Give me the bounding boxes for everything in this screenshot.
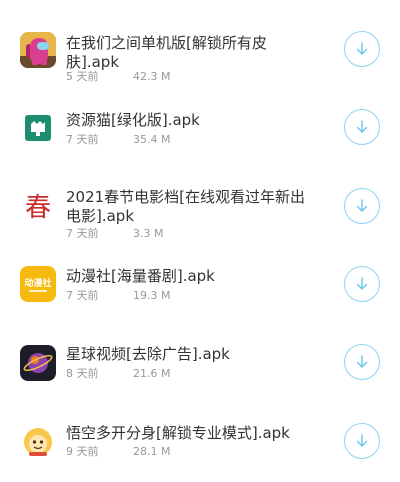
file-size: 3.3 M bbox=[133, 227, 164, 240]
file-title[interactable]: 动漫社[海量番剧].apk bbox=[66, 267, 328, 286]
file-size: 42.3 M bbox=[133, 70, 171, 83]
file-title[interactable]: 2021春节电影档[在线观看过年新出 电影].apk bbox=[66, 188, 328, 226]
download-button[interactable] bbox=[344, 109, 380, 145]
file-meta: 7 天前 19.3 M bbox=[66, 289, 170, 303]
file-date: 8 天前 bbox=[66, 367, 99, 380]
download-arrow-icon bbox=[356, 355, 368, 368]
planet-video-icon bbox=[20, 345, 56, 381]
svg-text:春: 春 bbox=[25, 193, 51, 223]
download-arrow-icon bbox=[356, 277, 368, 290]
file-list-item[interactable]: 在我们之间单机版[解锁所有皮 肤].apk 5 天前 42.3 M bbox=[0, 0, 400, 90]
file-list-item[interactable]: 星球视频[去除广告].apk 8 天前 21.6 M bbox=[0, 335, 400, 410]
file-meta: 9 天前 28.1 M bbox=[66, 445, 170, 459]
download-button[interactable] bbox=[344, 423, 380, 459]
file-date: 7 天前 bbox=[66, 133, 99, 146]
download-button[interactable] bbox=[344, 266, 380, 302]
file-size: 19.3 M bbox=[133, 289, 171, 302]
download-button[interactable] bbox=[344, 344, 380, 380]
file-size: 35.4 M bbox=[133, 133, 171, 146]
file-meta: 7 天前 3.3 M bbox=[66, 227, 163, 241]
resource-cat-icon bbox=[20, 110, 56, 146]
file-size: 28.1 M bbox=[133, 445, 171, 458]
file-title[interactable]: 在我们之间单机版[解锁所有皮 肤].apk bbox=[66, 34, 328, 72]
file-title[interactable]: 星球视频[去除广告].apk bbox=[66, 345, 328, 364]
file-date: 7 天前 bbox=[66, 289, 99, 302]
file-meta: 7 天前 35.4 M bbox=[66, 133, 170, 147]
download-arrow-icon bbox=[356, 120, 368, 133]
spring-festival-icon: 春 bbox=[20, 188, 56, 224]
file-meta: 5 天前 42.3 M bbox=[66, 70, 170, 84]
file-date: 7 天前 bbox=[66, 227, 99, 240]
among-us-crewmate-icon bbox=[20, 32, 56, 68]
file-size: 21.6 M bbox=[133, 367, 171, 380]
file-list-item[interactable]: 资源猫[绿化版].apk 7 天前 35.4 M bbox=[0, 90, 400, 180]
file-list-item[interactable]: 悟空多开分身[解锁专业模式].apk 9 天前 28.1 M bbox=[0, 410, 400, 482]
file-title[interactable]: 悟空多开分身[解锁专业模式].apk bbox=[66, 424, 328, 443]
file-list-item[interactable]: 动漫社 动漫社[海量番剧].apk 7 天前 19.3 M bbox=[0, 250, 400, 340]
file-title[interactable]: 资源猫[绿化版].apk bbox=[66, 111, 328, 130]
download-arrow-icon bbox=[356, 199, 368, 212]
anime-club-icon: 动漫社 bbox=[20, 266, 56, 302]
download-arrow-icon bbox=[356, 434, 368, 447]
wukong-clone-icon bbox=[20, 424, 56, 460]
download-arrow-icon bbox=[356, 42, 368, 55]
file-list-item[interactable]: 春 2021春节电影档[在线观看过年新出 电影].apk 7 天前 3.3 M bbox=[0, 170, 400, 260]
file-date: 9 天前 bbox=[66, 445, 99, 458]
file-meta: 8 天前 21.6 M bbox=[66, 367, 170, 381]
download-button[interactable] bbox=[344, 188, 380, 224]
file-date: 5 天前 bbox=[66, 70, 99, 83]
svg-text:动漫社: 动漫社 bbox=[24, 277, 51, 289]
download-button[interactable] bbox=[344, 31, 380, 67]
